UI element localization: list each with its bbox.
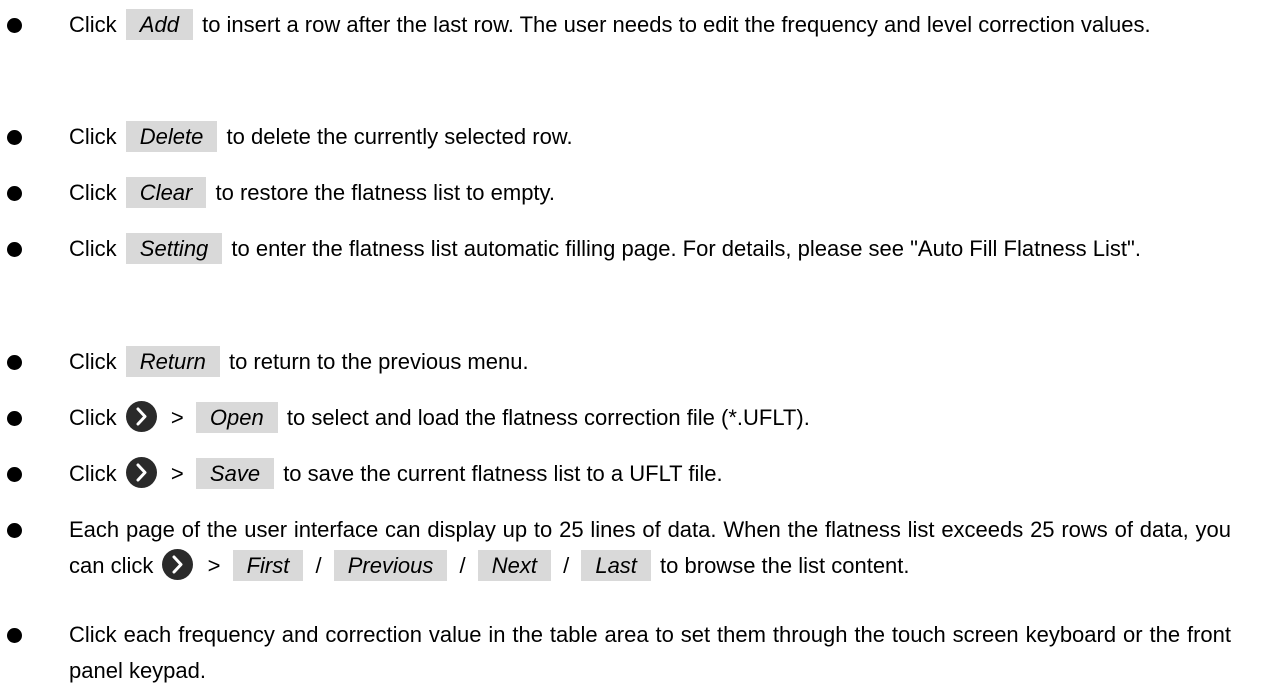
- text-slash: /: [563, 553, 570, 578]
- text-description: to browse the list content.: [660, 553, 910, 578]
- list-item-text: Click Return to return to the previous m…: [69, 344, 1231, 380]
- chevron-right-icon[interactable]: [162, 549, 194, 580]
- text-click: Click: [69, 236, 117, 261]
- bullet-dot: [7, 355, 22, 370]
- text-slash: /: [315, 553, 322, 578]
- text-description: to enter the flatness list automatic fil…: [231, 236, 1141, 261]
- list-item-text: Click Clear to restore the flatness list…: [69, 175, 1231, 211]
- add-button[interactable]: Add: [125, 9, 193, 40]
- bullet-dot: [7, 130, 22, 145]
- bullet-dot: [7, 242, 22, 257]
- bullet-dot: [7, 411, 22, 426]
- list-item-text: Click > Open to select and load the flat…: [69, 400, 1231, 436]
- list-item-text: Click > Save to save the current flatnes…: [69, 456, 1231, 492]
- bullet-dot: [7, 628, 22, 643]
- setting-button[interactable]: Setting: [125, 233, 223, 264]
- text-description: to return to the previous menu.: [228, 349, 529, 374]
- text-click: Click: [69, 349, 117, 374]
- previous-button[interactable]: Previous: [333, 550, 448, 581]
- text-slash: /: [459, 553, 466, 578]
- last-button[interactable]: Last: [581, 550, 651, 581]
- open-button[interactable]: Open: [195, 402, 278, 433]
- list-item-text: Click Setting to enter the flatness list…: [69, 231, 1231, 267]
- text-click: Click: [69, 405, 117, 430]
- text-description: to select and load the flatness correcti…: [286, 405, 810, 430]
- text-click: Click: [69, 461, 117, 486]
- chevron-right-icon[interactable]: [125, 457, 157, 488]
- text-separator: >: [207, 553, 221, 578]
- clear-button[interactable]: Clear: [125, 177, 207, 208]
- text-description: to save the current flatness list to a U…: [283, 461, 723, 486]
- save-button[interactable]: Save: [195, 458, 275, 489]
- text-separator: >: [170, 461, 184, 486]
- text-description: to restore the flatness list to empty.: [215, 180, 556, 205]
- return-button[interactable]: Return: [125, 346, 220, 377]
- list-item-text: Click each frequency and correction valu…: [69, 622, 1231, 683]
- text-description: to insert a row after the last row. The …: [202, 12, 1151, 37]
- bullet-dot: [7, 467, 22, 482]
- delete-button[interactable]: Delete: [125, 121, 218, 152]
- bullet-dot: [7, 18, 22, 33]
- text-click: Click: [69, 12, 117, 37]
- list-item-text: Click Delete to delete the currently sel…: [69, 119, 1231, 155]
- next-button[interactable]: Next: [477, 550, 551, 581]
- bullet-dot: [7, 523, 22, 538]
- text-description: to delete the currently selected row.: [226, 124, 573, 149]
- text-separator: >: [170, 405, 184, 430]
- chevron-right-icon[interactable]: [125, 401, 157, 432]
- bullet-dot: [7, 186, 22, 201]
- first-button[interactable]: First: [232, 550, 304, 581]
- text-click: Click: [69, 124, 117, 149]
- list-item-text: Each page of the user interface can disp…: [69, 512, 1231, 584]
- text-click: Click: [69, 180, 117, 205]
- list-item-text: Click Add to insert a row after the last…: [69, 7, 1231, 43]
